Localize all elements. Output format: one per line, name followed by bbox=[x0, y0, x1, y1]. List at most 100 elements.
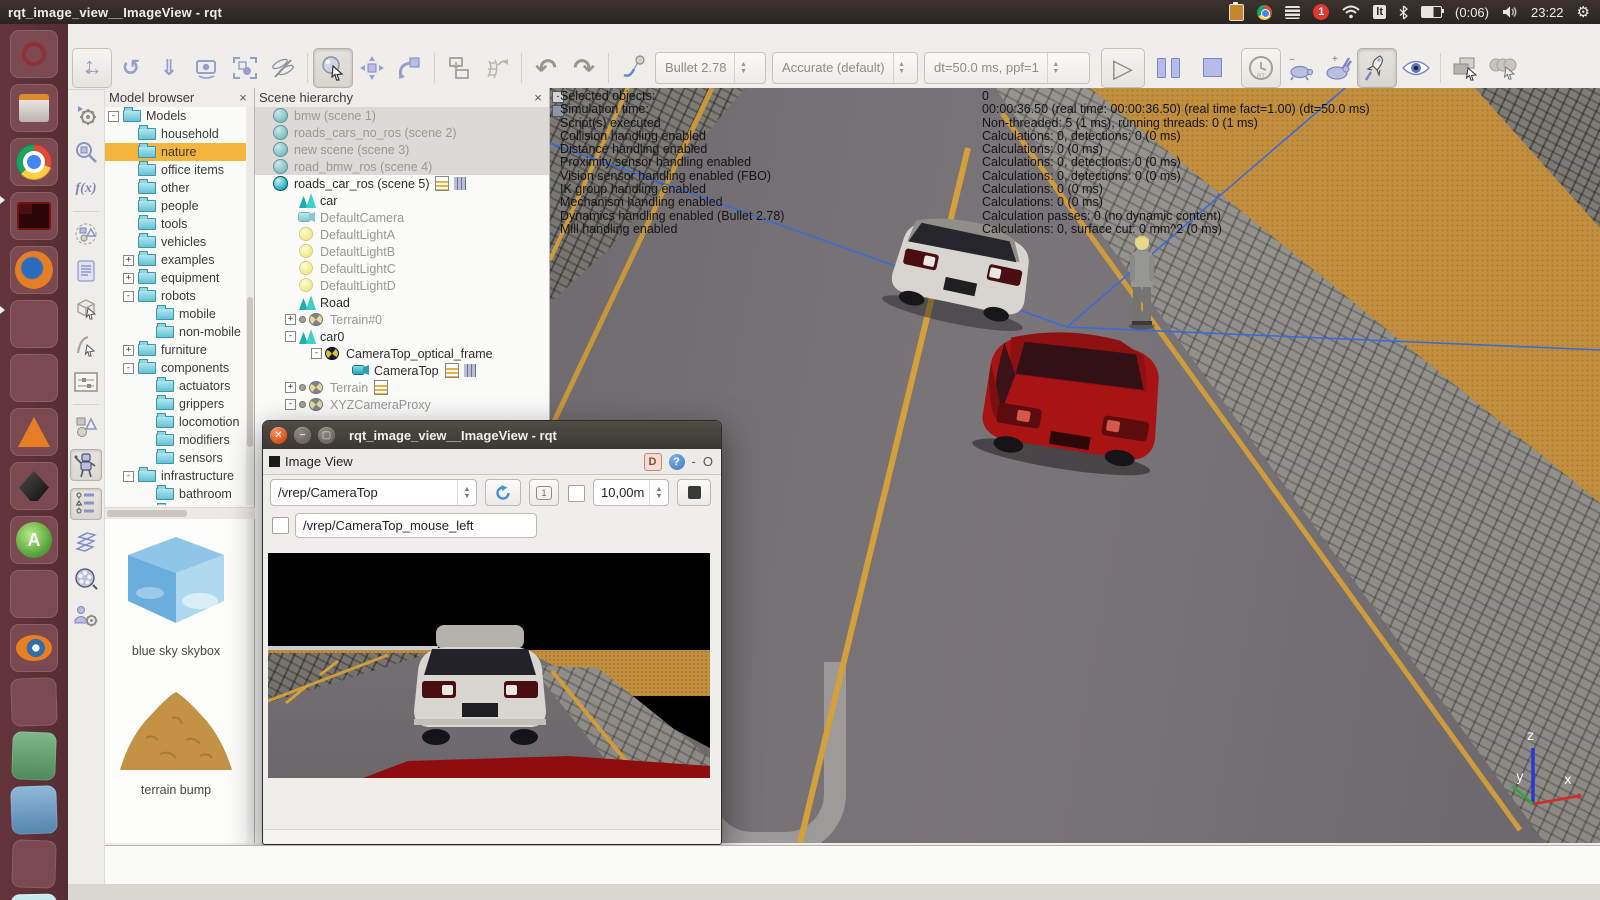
thumbs-horizontal-scrollbar[interactable] bbox=[105, 507, 255, 519]
max-range-spinbox[interactable]: 10,00m ▲ ▼ bbox=[593, 479, 669, 506]
help-icon[interactable]: ? bbox=[668, 453, 685, 470]
refresh-topics-button[interactable] bbox=[485, 479, 521, 506]
model-folder-row[interactable]: + equipment bbox=[105, 269, 247, 287]
camera-image[interactable] bbox=[268, 553, 710, 778]
accuracy-select[interactable]: Accurate (default) ▲ ▼ bbox=[772, 51, 918, 84]
expander-icon[interactable]: - bbox=[285, 331, 296, 342]
hierarchy-row[interactable]: DefaultCamera bbox=[255, 209, 549, 226]
model-folder-row[interactable]: + furniture bbox=[105, 341, 247, 359]
topic-select[interactable]: /vrep/CameraTop ▲ ▼ bbox=[270, 479, 477, 506]
launcher-item[interactable] bbox=[10, 30, 58, 78]
model-folder-row[interactable]: modifiers bbox=[105, 431, 247, 449]
red-car[interactable] bbox=[968, 326, 1178, 476]
menu-item[interactable] bbox=[250, 24, 276, 46]
expander-icon[interactable]: - bbox=[123, 290, 134, 302]
close-icon[interactable]: × bbox=[531, 90, 545, 105]
launcher-item[interactable] bbox=[10, 408, 58, 456]
dynamic-range-checkbox[interactable] bbox=[568, 485, 585, 502]
zoom-one-button[interactable]: 1 bbox=[529, 479, 559, 506]
dock-d-button[interactable]: D bbox=[643, 452, 662, 471]
hierarchy-row[interactable]: roads_car_ros (scene 5) bbox=[255, 175, 549, 192]
customization-badge-icon[interactable] bbox=[463, 364, 477, 377]
object-select-icon[interactable] bbox=[313, 47, 353, 88]
collections-icon[interactable] bbox=[71, 219, 101, 249]
dock-float-button[interactable]: O bbox=[703, 454, 713, 469]
threaded-rendering-icon[interactable] bbox=[1357, 47, 1397, 88]
model-folder-row[interactable]: - infrastructure bbox=[105, 467, 247, 485]
model-folder-row[interactable]: locomotion bbox=[105, 413, 247, 431]
layers-icon[interactable] bbox=[71, 527, 101, 557]
menu-item[interactable] bbox=[94, 24, 120, 46]
menu-item[interactable] bbox=[198, 24, 224, 46]
pedestrian[interactable] bbox=[1122, 235, 1164, 330]
mouse-topic-field[interactable]: /vrep/CameraTop_mouse_left bbox=[295, 513, 537, 538]
model-folder-row[interactable]: - robots bbox=[105, 287, 247, 305]
hierarchy-row[interactable]: Road bbox=[255, 294, 549, 311]
window-stack-icon[interactable] bbox=[11, 839, 57, 889]
model-folder-row[interactable]: + examples bbox=[105, 251, 247, 269]
hierarchy-row[interactable]: + Terrain#0 bbox=[255, 311, 549, 328]
hierarchy-row[interactable]: road_bmw_ros (scene 4) bbox=[255, 158, 549, 175]
script-badge-icon[interactable] bbox=[374, 380, 389, 395]
keyboard-indicator[interactable]: lt bbox=[1373, 5, 1387, 19]
menu-item[interactable] bbox=[276, 24, 302, 46]
session-gear-icon[interactable]: ⚙ bbox=[1577, 3, 1590, 21]
launcher-item[interactable] bbox=[10, 246, 58, 294]
model-folder-row[interactable]: nature bbox=[105, 143, 247, 161]
window-stack-icon[interactable] bbox=[10, 893, 58, 900]
clock[interactable]: 23:22 bbox=[1531, 5, 1564, 20]
model-folder-row[interactable]: - components bbox=[105, 359, 247, 377]
shape-edit-icon[interactable] bbox=[71, 293, 101, 323]
dynamics-content-icon[interactable] bbox=[614, 49, 652, 87]
visibility-eye-icon[interactable] bbox=[1397, 49, 1435, 87]
tree-vertical-scrollbar[interactable] bbox=[246, 107, 254, 505]
hierarchy-row[interactable]: DefaultLightC bbox=[255, 260, 549, 277]
hierarchy-row[interactable]: - CameraTop_optical_frame bbox=[255, 345, 549, 362]
window-resize-grip[interactable] bbox=[264, 829, 720, 843]
camera-pan-icon[interactable]: ↔ ↕ bbox=[72, 47, 112, 88]
model-folder-row[interactable]: grippers bbox=[105, 395, 247, 413]
slower-turtle-icon[interactable]: − bbox=[1281, 49, 1319, 87]
hierarchy-row[interactable]: - XYZCameraProxy bbox=[255, 396, 549, 413]
launcher-item[interactable] bbox=[10, 570, 58, 618]
page-selector-icon[interactable] bbox=[1446, 49, 1484, 87]
model-folder-row[interactable]: tools bbox=[105, 215, 247, 233]
scene-hierarchy-toggle[interactable] bbox=[70, 488, 102, 520]
expander-icon[interactable]: + bbox=[123, 254, 134, 266]
launcher-item[interactable] bbox=[10, 624, 58, 672]
assemble-icon[interactable] bbox=[440, 49, 478, 87]
camera-angle-icon[interactable] bbox=[188, 49, 226, 87]
hierarchy-row[interactable]: roads_cars_no_ros (scene 2) bbox=[255, 124, 549, 141]
hierarchy-row[interactable]: DefaultLightD bbox=[255, 277, 549, 294]
object-rotate-icon[interactable] bbox=[391, 49, 429, 87]
real-time-toggle[interactable]: RT bbox=[1241, 47, 1281, 88]
custom-ui-icon[interactable] bbox=[71, 367, 101, 397]
hierarchy-row[interactable]: DefaultLightB bbox=[255, 243, 549, 260]
scripts-icon[interactable] bbox=[71, 256, 101, 286]
hierarchy-row[interactable]: DefaultLightA bbox=[255, 226, 549, 243]
hierarchy-row[interactable]: CameraTop bbox=[255, 362, 549, 379]
close-icon[interactable]: ✕ bbox=[270, 426, 287, 444]
play-button[interactable]: ▷ bbox=[1101, 47, 1145, 88]
hierarchy-row[interactable]: new scene (scene 3) bbox=[255, 141, 549, 158]
expander-icon[interactable]: - bbox=[285, 399, 296, 410]
menu-item[interactable] bbox=[172, 24, 198, 46]
timestep-select[interactable]: dt=50.0 ms, ppf=1 ▲ ▼ bbox=[924, 51, 1090, 84]
fly-mode-icon[interactable] bbox=[264, 49, 302, 87]
hierarchy-row[interactable]: bmw (scene 1) bbox=[255, 107, 549, 124]
user-settings-icon[interactable] bbox=[71, 601, 101, 631]
bluetooth-icon[interactable] bbox=[1399, 3, 1409, 21]
hierarchy-row[interactable]: car bbox=[255, 192, 549, 209]
launcher-item[interactable] bbox=[10, 192, 58, 240]
launcher-item[interactable] bbox=[10, 84, 58, 132]
model-folder-row[interactable]: non-mobile bbox=[105, 323, 247, 341]
minimize-icon[interactable]: − bbox=[294, 426, 311, 444]
window-stack-icon[interactable] bbox=[11, 731, 57, 781]
customization-badge-icon[interactable] bbox=[454, 177, 468, 190]
scene-selector-icon[interactable] bbox=[1484, 49, 1522, 87]
volume-icon[interactable] bbox=[1502, 3, 1518, 21]
model-folder-row[interactable]: office items bbox=[105, 161, 247, 179]
model-folder-row[interactable]: mobile bbox=[105, 305, 247, 323]
engine-select[interactable]: Bullet 2.78 ▲ ▼ bbox=[655, 51, 766, 84]
screenshot-button[interactable] bbox=[677, 479, 711, 506]
